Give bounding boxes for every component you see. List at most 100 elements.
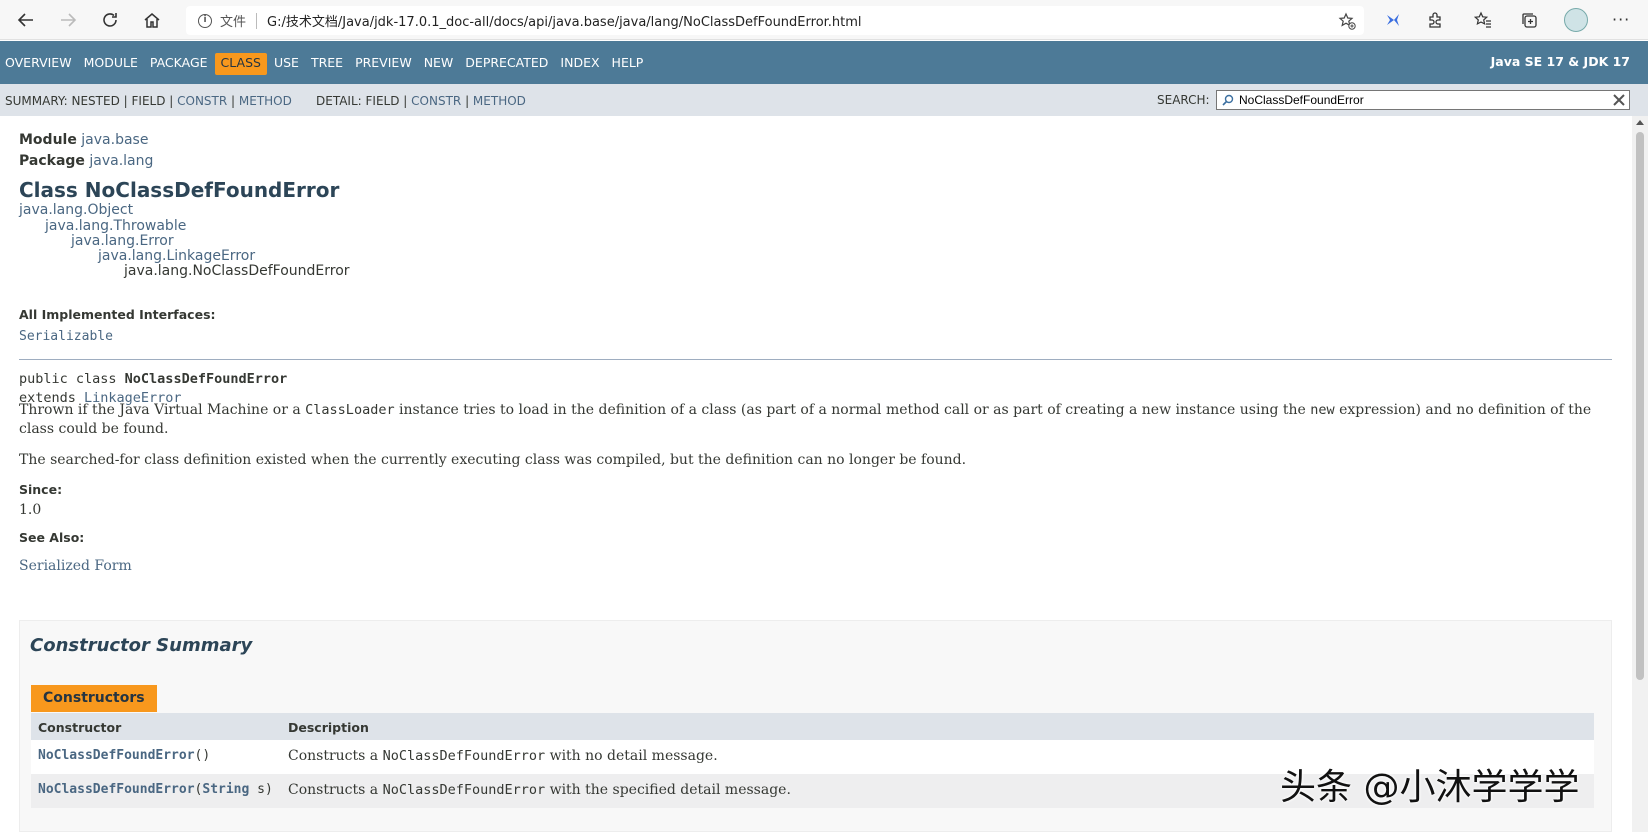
search-icon <box>1222 94 1234 106</box>
summary-field: FIELD <box>131 94 166 108</box>
constructors-caption-tab[interactable]: Constructors <box>31 685 157 712</box>
extensions-button[interactable] <box>1424 9 1446 31</box>
detail-method-link[interactable]: METHOD <box>473 94 526 108</box>
classloader-code[interactable]: ClassLoader <box>305 402 394 418</box>
search-input[interactable]: NoClassDefFoundError <box>1216 90 1630 110</box>
file-label: 文件 <box>220 15 247 30</box>
back-button[interactable] <box>14 8 38 32</box>
more-menu-icon[interactable]: ··· <box>1612 10 1630 29</box>
summary-constr-link[interactable]: CONSTR <box>177 94 227 108</box>
constructor-summary-title: Constructor Summary <box>30 635 253 656</box>
serializable-link[interactable]: Serializable <box>19 329 113 344</box>
constructor-link[interactable]: NoClassDefFoundError <box>38 782 195 797</box>
vertical-scrollbar[interactable] <box>1632 116 1648 832</box>
browser-toolbar: i 文件 G:/技术文档/Java/jdk-17.0.1_doc-all/doc… <box>0 0 1648 40</box>
serialized-form-link[interactable]: Serialized Form <box>19 558 132 574</box>
page-title: Class NoClassDefFoundError <box>19 178 340 202</box>
description-paragraph-2: The searched-for class definition existe… <box>19 452 967 468</box>
scroll-up-arrow-icon[interactable] <box>1636 120 1644 125</box>
main-content: Module java.base Package java.lang Class… <box>19 116 1612 832</box>
package-link[interactable]: java.lang <box>89 153 153 169</box>
string-type-link[interactable]: String <box>202 782 249 797</box>
detail-field: FIELD <box>365 94 400 108</box>
back-arrow-icon <box>17 13 33 27</box>
desc-prefix: Constructs a <box>288 748 383 764</box>
top-nav-item-preview[interactable]: PREVIEW <box>350 53 417 75</box>
top-nav-item-overview[interactable]: OVERVIEW <box>0 53 77 75</box>
summary-method-link[interactable]: METHOD <box>239 94 292 108</box>
inheritance-throwable-link[interactable]: java.lang.Throwable <box>45 218 186 234</box>
detail-constr-link[interactable]: CONSTR <box>411 94 461 108</box>
summary-nav: SUMMARY: NESTED | FIELD | CONSTR | METHO… <box>5 94 292 108</box>
url-text[interactable]: G:/技术文档/Java/jdk-17.0.1_doc-all/docs/api… <box>267 11 862 30</box>
divider <box>19 359 1612 360</box>
table-header: Constructor Description <box>31 713 1594 740</box>
search-reset-icon[interactable] <box>1612 93 1626 107</box>
favorites-button[interactable] <box>1472 9 1494 31</box>
bird-extension-icon <box>1387 14 1399 26</box>
inheritance-current-class: java.lang.NoClassDefFoundError <box>124 263 350 279</box>
top-nav-item-help[interactable]: HELP <box>607 53 649 75</box>
address-separator <box>256 12 258 29</box>
refresh-button[interactable] <box>98 8 122 32</box>
desc-text-d: class could be found. <box>19 421 169 437</box>
collections-button[interactable] <box>1518 9 1540 31</box>
refresh-icon <box>103 13 117 27</box>
forward-arrow-icon <box>61 13 77 27</box>
module-line: Module java.base <box>19 132 148 148</box>
constructor-args-close: s) <box>249 782 273 797</box>
forward-button[interactable] <box>56 8 80 32</box>
puzzle-icon <box>1429 12 1441 28</box>
constructor-args: () <box>194 748 211 763</box>
since-value: 1.0 <box>19 502 42 518</box>
description-paragraph-1: Thrown if the Java Virtual Machine or a … <box>19 401 1609 439</box>
signature-name: NoClassDefFoundError <box>124 371 288 387</box>
top-nav-item-class[interactable]: CLASS <box>214 53 267 75</box>
collections-icon <box>1522 13 1537 28</box>
desc-prefix: Constructs a <box>288 782 383 798</box>
top-nav-item-package[interactable]: PACKAGE <box>145 53 213 75</box>
home-icon <box>144 13 160 28</box>
sub-nav-bar: SUMMARY: NESTED | FIELD | CONSTR | METHO… <box>0 84 1648 116</box>
class-signature: public class NoClassDefFoundError <box>19 371 287 387</box>
package-label: Package <box>19 153 85 169</box>
favorites-star-icon <box>1474 11 1491 28</box>
top-nav-item-index[interactable]: INDEX <box>555 53 604 75</box>
inheritance-linkageerror-link[interactable]: java.lang.LinkageError <box>98 248 255 264</box>
constructor-link[interactable]: NoClassDefFoundError <box>38 748 195 763</box>
detail-nav: DETAIL: FIELD | CONSTR | METHOD <box>316 94 526 108</box>
top-nav-list: OVERVIEW MODULE PACKAGE CLASS USE TREE PREVIEW… <box>0 53 650 75</box>
add-favorite-icon[interactable] <box>1338 12 1356 30</box>
extension-bird-button[interactable] <box>1382 9 1404 31</box>
new-code: new <box>1310 402 1335 418</box>
profile-avatar[interactable] <box>1564 8 1588 32</box>
module-link[interactable]: java.base <box>81 132 148 148</box>
desc-text-b: instance tries to load in the definition… <box>394 402 1311 418</box>
since-label: Since: <box>19 482 63 497</box>
search-value: NoClassDefFoundError <box>1239 93 1364 107</box>
top-nav-item-deprecated[interactable]: DEPRECATED <box>460 53 553 75</box>
top-nav-item-module[interactable]: MODULE <box>79 53 143 75</box>
desc-code: NoClassDefFoundError <box>382 782 546 798</box>
brand-label: Java SE 17 & JDK 17 <box>1490 54 1630 69</box>
info-icon[interactable]: i <box>198 13 212 28</box>
top-nav-item-tree[interactable]: TREE <box>306 53 348 75</box>
scroll-thumb[interactable] <box>1636 132 1644 680</box>
constructor-description: Constructs a NoClassDefFoundError with t… <box>288 782 791 798</box>
desc-text-c: expression) and no definition of the <box>1334 402 1592 418</box>
top-nav-item-use[interactable]: USE <box>269 53 304 75</box>
see-also-label: See Also: <box>19 530 85 545</box>
constructor-signature: NoClassDefFoundError(String s) <box>38 782 273 797</box>
address-bar[interactable]: i 文件 G:/技术文档/Java/jdk-17.0.1_doc-all/doc… <box>186 6 1364 35</box>
top-nav-item-new[interactable]: NEW <box>419 53 459 75</box>
summary-label: SUMMARY: <box>5 94 68 108</box>
top-nav-bar: OVERVIEW MODULE PACKAGE CLASS USE TREE PREVIEW… <box>0 41 1648 84</box>
inheritance-error-link[interactable]: java.lang.Error <box>71 233 174 249</box>
implemented-interfaces-label: All Implemented Interfaces: <box>19 307 216 322</box>
desc-suffix: with no detail message. <box>545 748 718 764</box>
search-label: SEARCH: <box>1157 93 1210 107</box>
inheritance-object-link[interactable]: java.lang.Object <box>19 202 133 218</box>
home-button[interactable] <box>140 8 164 32</box>
summary-nested: NESTED <box>71 94 120 108</box>
signature-prefix: public class <box>19 371 125 387</box>
